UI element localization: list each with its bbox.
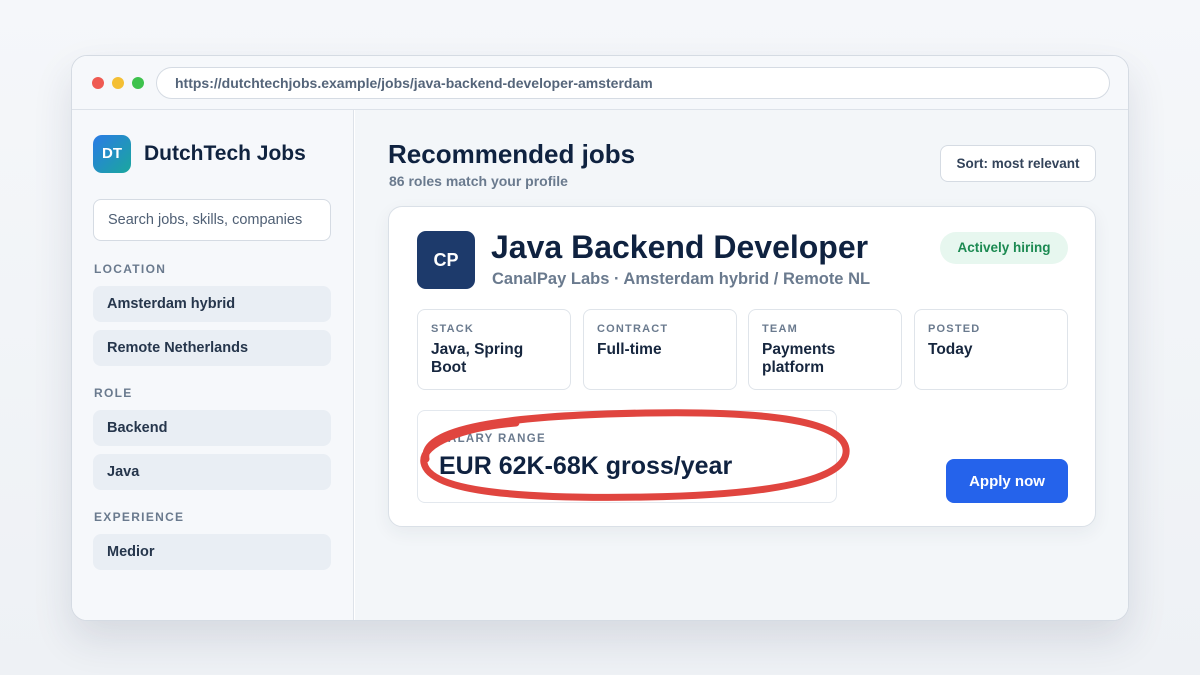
apply-now-button[interactable]: Apply now <box>946 459 1068 503</box>
stat-contract: CONTRACT Full-time <box>583 309 737 390</box>
stat-label: STACK <box>431 323 475 335</box>
filter-section-role: ROLE <box>94 386 133 400</box>
filter-chip-amsterdam-hybrid[interactable]: Amsterdam hybrid <box>93 286 331 322</box>
search-input[interactable] <box>93 199 331 241</box>
stat-posted: POSTED Today <box>914 309 1068 390</box>
brand-logo: DT <box>93 135 131 173</box>
address-bar[interactable]: https://dutchtechjobs.example/jobs/java-… <box>156 67 1110 99</box>
job-company-location: CanalPay Labs · Amsterdam hybrid / Remot… <box>492 270 871 288</box>
stat-label: TEAM <box>762 323 798 335</box>
salary-range-box: SALARY RANGE EUR 62K-68K gross/year <box>417 409 850 503</box>
salary-label: SALARY RANGE <box>439 433 546 445</box>
close-window-dot[interactable] <box>92 77 104 89</box>
minimize-window-dot[interactable] <box>112 77 124 89</box>
company-logo: CP <box>417 231 475 289</box>
filter-section-experience: EXPERIENCE <box>94 510 185 524</box>
job-card[interactable]: CP Java Backend Developer CanalPay Labs … <box>388 206 1096 527</box>
filter-chip-java[interactable]: Java <box>93 454 331 490</box>
filter-chip-remote-netherlands[interactable]: Remote Netherlands <box>93 330 331 366</box>
stat-team: TEAM Payments platform <box>748 309 902 390</box>
stat-value: Today <box>928 341 973 358</box>
job-title[interactable]: Java Backend Developer <box>491 229 868 266</box>
stat-label: POSTED <box>928 323 981 335</box>
filter-chip-backend[interactable]: Backend <box>93 410 331 446</box>
status-badge: Actively hiring <box>940 232 1068 264</box>
filter-chip-medior[interactable]: Medior <box>93 534 331 570</box>
page-title: Recommended jobs <box>388 139 636 169</box>
brand-name: DutchTech Jobs <box>144 142 306 165</box>
browser-titlebar: https://dutchtechjobs.example/jobs/java-… <box>72 56 1128 110</box>
results-count: 86 roles match your profile <box>389 173 568 189</box>
sort-dropdown[interactable]: Sort: most relevant <box>940 145 1096 182</box>
stat-value: Java, Spring Boot <box>431 341 524 376</box>
stat-stack: STACK Java, Spring Boot <box>417 309 571 390</box>
stat-value: Payments platform <box>762 341 836 376</box>
maximize-window-dot[interactable] <box>132 77 144 89</box>
stat-value: Full-time <box>597 341 662 358</box>
sidebar: DT DutchTech Jobs LOCATION Amsterdam hyb… <box>72 110 354 620</box>
filter-section-location: LOCATION <box>94 262 167 276</box>
stat-label: CONTRACT <box>597 323 669 335</box>
salary-value: EUR 62K-68K gross/year <box>439 452 733 480</box>
main-content: Recommended jobs 86 roles match your pro… <box>355 110 1128 620</box>
browser-window: https://dutchtechjobs.example/jobs/java-… <box>71 55 1129 621</box>
